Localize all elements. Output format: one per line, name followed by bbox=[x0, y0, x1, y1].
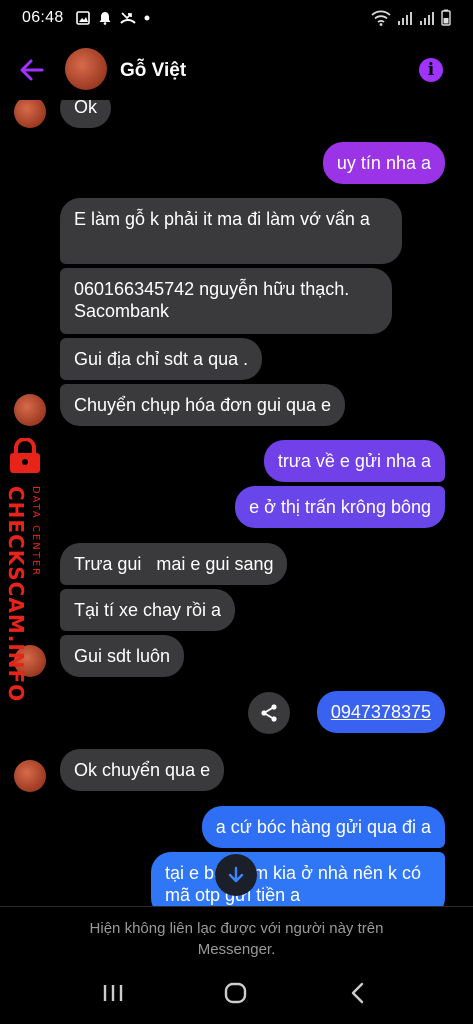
signal-icon-2 bbox=[420, 11, 434, 25]
bell-icon bbox=[99, 12, 111, 25]
back-nav-icon[interactable] bbox=[348, 982, 368, 1004]
message-outgoing[interactable]: a cứ bóc hàng gửi qua đi a bbox=[201, 806, 445, 848]
message-incoming[interactable]: Gui sdt luôn bbox=[60, 635, 185, 677]
watermark-sub: DATA CENTER bbox=[30, 486, 41, 578]
lock-icon bbox=[10, 438, 40, 473]
notice-line-2: Messenger. bbox=[197, 941, 276, 958]
phone-link-message[interactable]: 0947378375 bbox=[316, 691, 445, 733]
notice-line-1: Hiện không liên lạc được với người này t… bbox=[89, 920, 384, 937]
missed-call-icon bbox=[119, 12, 136, 24]
contact-avatar-small bbox=[14, 760, 46, 792]
message-incoming[interactable]: Tại tí xe chay rồi a bbox=[60, 589, 236, 631]
message-list[interactable]: Ok uy tín nha a E làm gỗ k phải it ma đi… bbox=[0, 100, 473, 906]
home-icon[interactable] bbox=[224, 982, 248, 1004]
message-outgoing[interactable]: uy tín nha a bbox=[322, 142, 445, 184]
status-time: 06:48 bbox=[22, 9, 64, 26]
message-incoming[interactable]: Ok bbox=[60, 100, 112, 128]
message-outgoing[interactable]: tại e bận làm kia ở nhà nên k có mã otp … bbox=[151, 852, 445, 906]
message-outgoing[interactable]: e ở thị trấn krông bông bbox=[235, 486, 445, 528]
share-icon bbox=[261, 704, 277, 722]
dot-icon bbox=[144, 15, 150, 21]
gallery-icon bbox=[75, 11, 90, 25]
status-bar: 06:48 bbox=[0, 0, 473, 36]
info-icon[interactable]: i bbox=[419, 58, 443, 82]
recent-apps-icon[interactable] bbox=[102, 982, 124, 1004]
contact-name[interactable]: Gỗ Việt bbox=[120, 60, 186, 82]
arrow-down-icon bbox=[228, 866, 244, 883]
contact-avatar-small bbox=[14, 100, 46, 128]
message-incoming[interactable]: Ok chuyển qua e bbox=[60, 749, 225, 791]
battery-icon bbox=[441, 9, 451, 26]
conversation-header: Gỗ Việt i bbox=[0, 40, 473, 100]
message-incoming[interactable]: Gui địa chỉ sdt a qua . bbox=[60, 338, 263, 380]
checkscam-watermark: CHECKSCAM.INFO DATA CENTER bbox=[2, 438, 50, 702]
message-incoming[interactable]: Trưa gui mai e gui sang bbox=[60, 543, 288, 585]
contact-avatar[interactable] bbox=[65, 48, 107, 90]
message-outgoing[interactable]: trưa về e gửi nha a bbox=[263, 440, 445, 482]
share-button[interactable] bbox=[248, 692, 290, 734]
message-incoming[interactable]: E làm gỗ k phải it ma đi làm vớ vẩn a bbox=[60, 198, 402, 264]
unavailable-notice: Hiện không liên lạc được với người này t… bbox=[0, 906, 473, 964]
message-incoming[interactable]: 060166345742 nguyễn hữu thạch. Sacombank bbox=[60, 268, 392, 334]
message-incoming[interactable]: Chuyển chụp hóa đơn gui qua e bbox=[60, 384, 346, 426]
back-arrow-icon[interactable] bbox=[18, 56, 46, 84]
status-right bbox=[371, 9, 451, 26]
system-nav-bar bbox=[0, 964, 473, 1024]
watermark-main: CHECKSCAM.INFO bbox=[4, 486, 28, 703]
contact-avatar-small bbox=[14, 394, 46, 426]
wifi-icon bbox=[371, 10, 391, 26]
scroll-to-bottom-button[interactable] bbox=[215, 854, 257, 896]
notification-icons bbox=[75, 11, 150, 25]
signal-icon bbox=[398, 11, 412, 25]
